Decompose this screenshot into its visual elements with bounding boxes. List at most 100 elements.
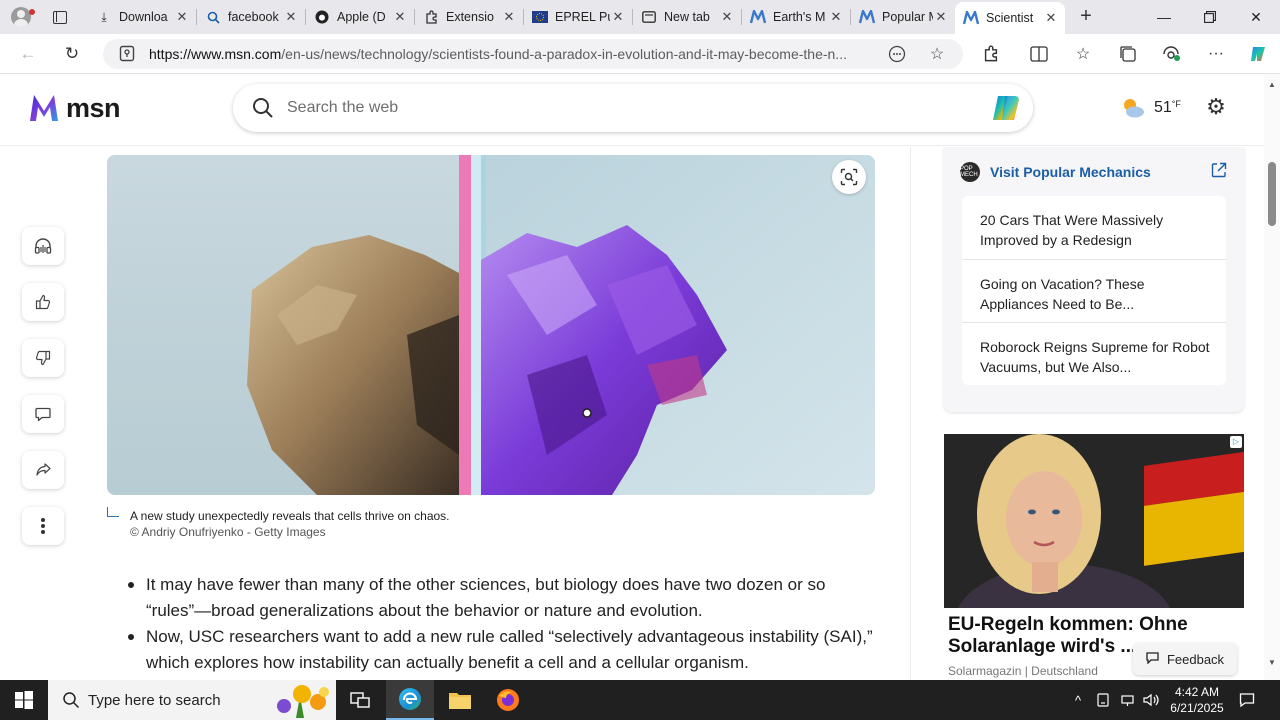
address-bar[interactable]: https://www.msn.com/en-us/news/technolog… [103,39,963,69]
tab-close-icon[interactable]: ✕ [828,9,844,25]
taskbar-firefox[interactable] [484,680,532,720]
copilot-icon[interactable] [1244,41,1272,67]
network-icon[interactable] [1116,680,1138,720]
search-icon [253,98,273,118]
collections-icon[interactable] [1114,41,1142,67]
settings-more-icon[interactable]: ··· [1202,41,1230,67]
back-button[interactable]: ← [14,41,42,67]
tab-close-icon[interactable]: ✕ [610,9,626,25]
tab-close-icon[interactable]: ✕ [933,9,949,25]
tray-device-icon[interactable] [1092,680,1114,720]
browser-essentials-icon[interactable] [1158,41,1186,67]
minimize-button[interactable]: — [1141,0,1187,34]
extension-icon [423,9,439,25]
tab-close-icon[interactable]: ✕ [1043,10,1059,26]
like-button[interactable] [22,283,64,321]
tab-close-icon[interactable]: ✕ [719,9,735,25]
tab-popular-mechanics[interactable]: Popular M ✕ [851,3,955,31]
tab-scientists-active[interactable]: Scientist ✕ [955,2,1065,34]
browser-toolbar: ← ↻ https://www.msn.com/en-us/news/techn… [0,34,1280,74]
start-button[interactable] [0,680,48,720]
url-path: /en-us/news/technology/scientists-found-… [281,46,847,62]
favorites-icon[interactable]: ☆ [1069,41,1097,67]
tab-close-icon[interactable]: ✕ [501,9,517,25]
taskbar-file-explorer[interactable] [436,680,484,720]
external-link-icon[interactable] [1210,161,1228,179]
visit-publisher-link[interactable]: Visit Popular Mechanics [990,164,1151,180]
dislike-button[interactable] [22,339,64,377]
tab-new-tab[interactable]: New tab ✕ [633,3,741,31]
scroll-up-arrow-icon[interactable]: ▲ [1268,80,1276,89]
taskbar-search-box[interactable]: Type here to search [48,680,336,720]
taskbar-edge[interactable] [386,680,434,720]
ad-portrait-illustration [944,434,1244,608]
copilot-search-icon[interactable] [989,92,1023,124]
action-center-button[interactable] [1234,680,1260,720]
eu-flag-icon [532,9,548,25]
refresh-button[interactable]: ↻ [58,41,86,67]
publisher-article-link[interactable]: Going on Vacation? These Appliances Need… [962,259,1226,322]
publisher-article-link[interactable]: Roborock Reigns Supreme for Robot Vacuum… [962,322,1226,385]
site-info-lock-icon[interactable] [119,45,135,62]
browser-tab-bar: ⤓ Downloa ✕ facebook ✕ Apple (D ✕ Extens… [0,0,1280,34]
comment-icon [35,407,51,422]
tab-downloads[interactable]: ⤓ Downloa ✕ [88,3,196,31]
profile-button[interactable] [8,4,35,30]
msn-settings-gear-icon[interactable]: ⚙ [1202,93,1230,121]
share-button[interactable] [22,451,64,489]
share-icon [36,463,51,476]
task-view-icon [350,692,370,708]
tab-label: Apple (D [337,10,386,24]
close-window-button[interactable]: ✕ [1233,0,1279,34]
tab-eprel[interactable]: EPREL Pu ✕ [524,3,632,31]
clock-time: 4:42 AM [1174,685,1220,699]
tab-close-icon[interactable]: ✕ [392,9,408,25]
weather-widget[interactable]: 51 °F [1120,94,1181,122]
url-host: https://www.msn.com [149,46,282,62]
tab-close-icon[interactable]: ✕ [174,9,190,25]
publisher-header[interactable]: POP MECH Visit Popular Mechanics [960,161,1151,183]
scrollbar-thumb[interactable] [1268,162,1276,226]
favorite-star-icon[interactable]: ☆ [925,43,949,65]
reading-mode-icon[interactable] [885,43,909,65]
edge-browser-icon [399,688,421,710]
tab-extensions[interactable]: Extensio ✕ [415,3,523,31]
image-credit: © Andriy Onufriyenko - Getty Images [130,525,326,539]
web-search-box[interactable] [233,84,1033,132]
listen-button[interactable] [22,227,64,265]
volume-icon[interactable] [1140,680,1162,720]
taskbar-clock[interactable]: 4:42 AM 6/21/2025 [1162,684,1232,716]
tab-facebook-search[interactable]: facebook ✕ [197,3,305,31]
feedback-button[interactable]: Feedback [1133,643,1237,675]
tab-earth[interactable]: Earth's M ✕ [742,3,850,31]
tab-close-icon[interactable]: ✕ [283,9,299,25]
more-vertical-icon [41,518,45,534]
tab-apple[interactable]: Apple (D ✕ [306,3,414,31]
publisher-article-link[interactable]: 20 Cars That Were Massively Improved by … [962,196,1226,259]
new-tab-button[interactable]: + [1074,5,1098,29]
msn-logo[interactable]: msn [28,91,121,125]
visual-search-button[interactable] [832,160,866,194]
windows-logo-icon [15,691,33,709]
comments-button[interactable] [22,395,64,433]
ad-image[interactable]: ▷ [944,434,1244,608]
split-screen-icon[interactable] [1025,41,1053,67]
headphones-icon [34,238,52,254]
more-options-button[interactable] [22,507,64,545]
article-hero-image[interactable] [107,155,875,495]
tab-actions-button[interactable] [48,6,72,28]
ad-source: Solarmagazin | Deutschland [948,664,1098,678]
extensions-icon[interactable] [977,41,1005,67]
search-input[interactable] [287,96,927,120]
download-icon: ⤓ [101,9,107,24]
restore-button[interactable] [1187,0,1233,34]
show-hidden-icons-chevron-icon[interactable]: ^ [1068,680,1088,720]
partly-cloudy-icon [1124,99,1144,118]
scroll-down-arrow-icon[interactable]: ▼ [1268,658,1276,667]
ad-choices-icon[interactable]: ▷ [1230,436,1242,448]
publisher-card: POP MECH Visit Popular Mechanics 20 Cars… [944,147,1244,412]
newtab-icon [641,9,657,25]
task-view-button[interactable] [336,680,384,720]
url-text[interactable]: https://www.msn.com/en-us/news/technolog… [149,46,874,62]
page-scrollbar[interactable]: ▲ ▼ [1264,74,1280,680]
